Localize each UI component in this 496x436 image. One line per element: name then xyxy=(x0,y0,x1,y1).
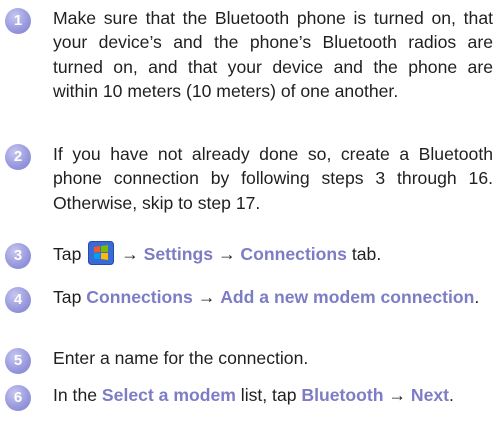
connections-keyword: Connections xyxy=(86,287,193,307)
arrow: → xyxy=(388,385,406,405)
arrow: → xyxy=(217,244,236,264)
bluetooth-keyword: Bluetooth xyxy=(301,385,384,405)
add-modem-connection-keyword: Add a new modem connection xyxy=(220,287,475,307)
connections-keyword: Connections xyxy=(240,244,347,264)
arrow: → xyxy=(197,287,216,307)
step-text: Tap Connections → Add a new modem connec… xyxy=(53,285,493,309)
next-keyword: Next xyxy=(410,385,450,405)
windows-start-icon xyxy=(88,241,115,265)
step-number-badge: 6 xyxy=(5,385,31,411)
settings-keyword: Settings xyxy=(143,244,214,264)
step-number-badge: 1 xyxy=(5,8,31,34)
step-suffix: . xyxy=(474,287,480,307)
step-text: Make sure that the Bluetooth phone is tu… xyxy=(53,8,493,101)
step-text: Enter a name for the connection. xyxy=(53,348,309,368)
select-a-modem-keyword: Select a modem xyxy=(101,385,236,405)
step-middle: list, tap xyxy=(240,385,297,405)
step-number-badge: 4 xyxy=(5,287,31,313)
step-number-badge: 3 xyxy=(5,243,31,269)
step-text: Tap → Settings → Connections tab. xyxy=(53,241,493,266)
step-prefix: In the xyxy=(53,385,98,405)
step-text: If you have not already done so, create … xyxy=(53,144,493,213)
step-text: In the Select a modem list, tap Bluetoot… xyxy=(53,383,493,407)
step-prefix: Tap xyxy=(53,244,82,264)
step-suffix: tab. xyxy=(351,244,382,264)
step-suffix: . xyxy=(449,385,454,405)
step-number-badge: 5 xyxy=(5,348,31,374)
step-number-badge: 2 xyxy=(5,144,31,170)
step-prefix: Tap xyxy=(53,287,82,307)
arrow: → xyxy=(121,244,139,264)
